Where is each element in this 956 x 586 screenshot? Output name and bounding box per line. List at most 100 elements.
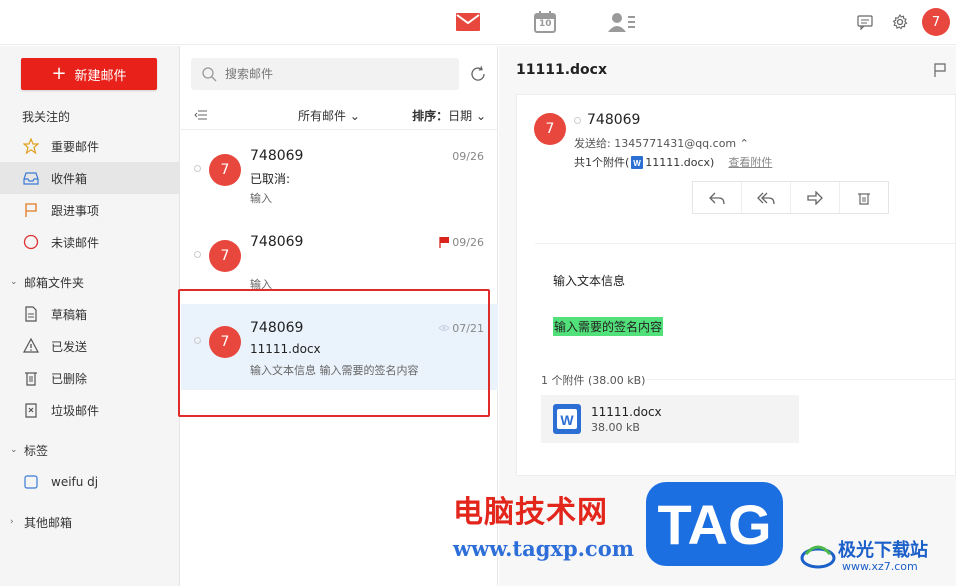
list-item[interactable]: 7 748069 已取消: 输入 09/26	[181, 132, 498, 218]
chevron-down-icon: ⌄	[472, 109, 486, 123]
forward-icon[interactable]	[791, 182, 840, 213]
mail-card: 7 748069 发送给: 1345771431@qq.com ⌃ 共1个附件(…	[516, 94, 956, 476]
attachment-name: 11111.docx	[591, 404, 662, 419]
sidebar-item-label: 跟进事项	[51, 203, 100, 218]
sidebar-item-unread[interactable]: 未读邮件	[0, 226, 180, 258]
plus-icon: +	[51, 63, 67, 84]
filter-dropdown[interactable]: 所有邮件 ⌄	[298, 107, 360, 124]
mail-from: 748069	[250, 234, 304, 250]
avatar: 7	[209, 240, 241, 272]
mail-icon[interactable]	[454, 9, 482, 35]
sidebar-item-sent[interactable]: 已发送	[0, 330, 180, 362]
flag-icon	[22, 201, 40, 219]
red-flag-icon[interactable]	[438, 236, 450, 248]
watermark-logo-url: www.xz7.com	[842, 560, 918, 573]
unread-dot-icon[interactable]	[194, 251, 201, 258]
section-folders-label: 邮箱文件夹	[24, 275, 85, 290]
checkbox-icon	[22, 473, 40, 491]
section-labels[interactable]: ⌄ 标签	[0, 438, 180, 462]
draft-icon	[22, 305, 40, 323]
attachment-size: 38.00 kB	[591, 420, 640, 434]
sort-prefix: 排序：	[412, 109, 449, 123]
delete-icon[interactable]	[840, 182, 888, 213]
attachment-info: 11111.docx 38.00 kB	[591, 405, 662, 434]
watermark-logo-cn: 极光下载站	[838, 540, 928, 561]
sidebar-item-inbox[interactable]: 收件箱	[0, 162, 180, 194]
body-signature-highlight: 输入需要的签名内容	[553, 317, 664, 336]
sort-value: 日期	[448, 109, 473, 123]
watermark-tag-logo: TAG	[646, 482, 783, 566]
calendar-day: 10	[539, 19, 552, 29]
sidebar-item-drafts[interactable]: 草稿箱	[0, 298, 180, 330]
highlight-box	[178, 289, 490, 417]
sidebar-item-label: 草稿箱	[51, 307, 88, 322]
compose-button[interactable]: + 新建邮件	[21, 58, 157, 90]
mail-subject: 已取消:	[250, 172, 291, 186]
section-starred-label: 我关注的	[22, 109, 71, 124]
top-bar: 10 7	[0, 0, 956, 45]
contacts-icon[interactable]	[608, 9, 636, 35]
attachment-summary: 共1个附件( W 11111.docx) 查看附件	[574, 154, 772, 170]
divider	[535, 243, 955, 244]
watermark-site-logo: 极光下载站 www.xz7.com	[800, 534, 950, 578]
unread-dot-icon[interactable]	[194, 165, 201, 172]
sender-name[interactable]: 748069	[587, 112, 640, 128]
chevron-right-icon: ›	[10, 517, 14, 527]
word-doc-icon: W	[631, 155, 644, 169]
collapse-sidebar-icon[interactable]	[193, 107, 209, 123]
sidebar-item-label: weifu dj	[51, 475, 99, 489]
search-box[interactable]	[191, 58, 459, 90]
attachment-tile[interactable]: W 11111.docx 38.00 kB	[541, 395, 799, 443]
avatar: 7	[534, 113, 566, 145]
search-icon	[201, 66, 217, 82]
sidebar-item-label: 已删除	[51, 371, 88, 386]
sidebar-item-label: 垃圾邮件	[51, 403, 100, 418]
sidebar-item-label: 已发送	[51, 339, 88, 354]
view-attachments-link[interactable]: 查看附件	[728, 154, 772, 170]
mail-date: 09/26	[452, 150, 484, 163]
sort-dropdown[interactable]: 排序：日期 ⌄	[412, 107, 486, 124]
user-avatar[interactable]: 7	[922, 8, 950, 36]
sidebar-item-label: 重要邮件	[51, 139, 100, 154]
aurora-logo-icon	[800, 545, 836, 569]
flag-icon[interactable]	[932, 62, 948, 78]
gear-icon[interactable]	[890, 12, 910, 32]
calendar-icon[interactable]: 10	[531, 9, 559, 35]
sidebar-item-deleted[interactable]: 已删除	[0, 362, 180, 394]
reply-icon[interactable]	[693, 182, 742, 213]
mail-from: 748069	[250, 148, 304, 164]
sidebar-item-label: 未读邮件	[51, 235, 100, 250]
filter-label: 所有邮件	[298, 109, 347, 123]
section-other[interactable]: › 其他邮箱	[0, 510, 180, 534]
avatar: 7	[209, 154, 241, 186]
attachment-name-inline[interactable]: 11111.docx)	[645, 156, 714, 169]
sidebar-item-important[interactable]: 重要邮件	[0, 130, 180, 162]
unread-dot-icon	[574, 117, 581, 124]
mail-actions-toolbar	[692, 181, 889, 214]
filter-bar: 所有邮件 ⌄ 排序：日期 ⌄	[181, 102, 498, 130]
svg-text:W: W	[634, 159, 642, 168]
svg-text:W: W	[560, 412, 574, 428]
divider	[647, 379, 956, 380]
refresh-icon[interactable]	[469, 65, 487, 83]
section-labels-label: 标签	[24, 443, 49, 458]
chevron-down-icon: ⌄	[10, 445, 18, 455]
inbox-icon	[22, 169, 40, 187]
sidebar-item-label: 收件箱	[51, 171, 88, 186]
chevron-down-icon: ⌄	[346, 109, 360, 123]
chat-icon[interactable]	[855, 12, 875, 32]
sidebar-item-followup[interactable]: 跟进事项	[0, 194, 180, 226]
section-starred: 我关注的	[0, 104, 180, 128]
mail-preview: 输入	[250, 192, 272, 205]
recipient-line[interactable]: 发送给: 1345771431@qq.com ⌃	[574, 135, 749, 151]
search-input[interactable]	[225, 67, 425, 81]
word-doc-icon: W	[553, 404, 581, 434]
watermark-url-text: www.tagxp.com	[453, 536, 634, 561]
body-text: 输入文本信息	[553, 274, 626, 288]
spam-icon	[22, 401, 40, 419]
sidebar-item-spam[interactable]: 垃圾邮件	[0, 394, 180, 426]
section-folders[interactable]: ⌄ 邮箱文件夹	[0, 270, 180, 294]
star-icon	[22, 137, 40, 155]
sidebar-item-label-weifu[interactable]: weifu dj	[0, 466, 180, 498]
reply-all-icon[interactable]	[742, 182, 791, 213]
